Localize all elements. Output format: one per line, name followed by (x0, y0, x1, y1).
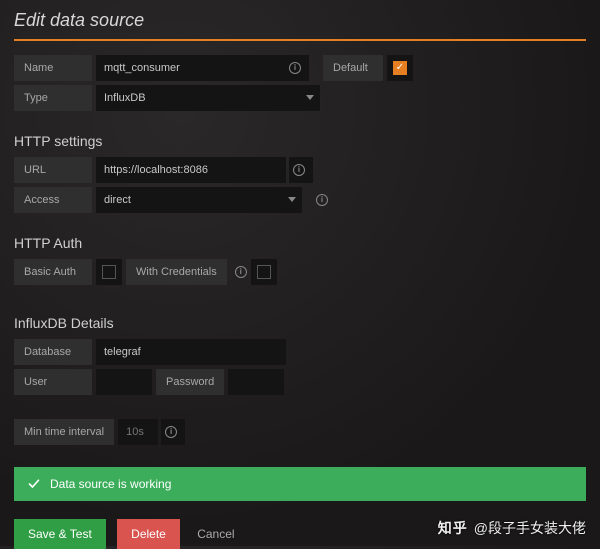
check-icon: ✓ (396, 63, 404, 73)
access-label: Access (14, 187, 92, 213)
page-title: Edit data source (14, 10, 586, 31)
url-info-wrap: i (289, 157, 313, 183)
access-select[interactable] (96, 187, 302, 213)
influx-heading: InfluxDB Details (14, 315, 586, 331)
info-icon[interactable]: i (235, 266, 247, 278)
name-label: Name (14, 55, 92, 81)
success-alert: Data source is working (14, 467, 586, 501)
password-input[interactable] (228, 369, 284, 395)
password-label: Password (156, 369, 224, 395)
default-label: Default (323, 55, 383, 81)
access-info-wrap: i (306, 187, 334, 213)
alert-message: Data source is working (50, 477, 171, 491)
url-input[interactable] (96, 157, 286, 183)
user-label: User (14, 369, 92, 395)
url-label: URL (14, 157, 92, 183)
chevron-down-icon (306, 95, 314, 100)
default-checkbox[interactable]: ✓ (387, 55, 413, 81)
info-icon[interactable]: i (165, 426, 177, 438)
title-divider (14, 39, 586, 41)
min-interval-input[interactable] (118, 419, 158, 445)
info-icon[interactable]: i (316, 194, 328, 206)
basic-auth-label: Basic Auth (14, 259, 92, 285)
info-icon[interactable]: i (293, 164, 305, 176)
chevron-down-icon (288, 197, 296, 202)
basic-auth-checkbox[interactable] (96, 259, 122, 285)
min-interval-label: Min time interval (14, 419, 114, 445)
type-select[interactable] (96, 85, 320, 111)
with-cred-info-wrap: i (231, 259, 247, 285)
watermark-author: @段子手女装大佬 (474, 518, 586, 538)
watermark-site: 知乎 (438, 518, 468, 538)
http-auth-heading: HTTP Auth (14, 235, 586, 251)
min-interval-info-wrap: i (161, 419, 185, 445)
access-value[interactable] (96, 187, 302, 213)
with-credentials-label: With Credentials (126, 259, 227, 285)
user-input[interactable] (96, 369, 152, 395)
database-label: Database (14, 339, 92, 365)
type-label: Type (14, 85, 92, 111)
delete-button[interactable]: Delete (117, 519, 180, 549)
http-settings-heading: HTTP settings (14, 133, 586, 149)
cancel-button[interactable]: Cancel (191, 519, 240, 549)
check-icon (28, 478, 40, 490)
save-test-button[interactable]: Save & Test (14, 519, 106, 549)
watermark: 知乎 @段子手女装大佬 (438, 518, 586, 538)
type-value[interactable] (96, 85, 320, 111)
name-input[interactable] (96, 55, 286, 81)
with-credentials-checkbox[interactable] (251, 259, 277, 285)
name-info-wrap: i (285, 55, 309, 81)
info-icon[interactable]: i (289, 62, 301, 74)
database-input[interactable] (96, 339, 286, 365)
